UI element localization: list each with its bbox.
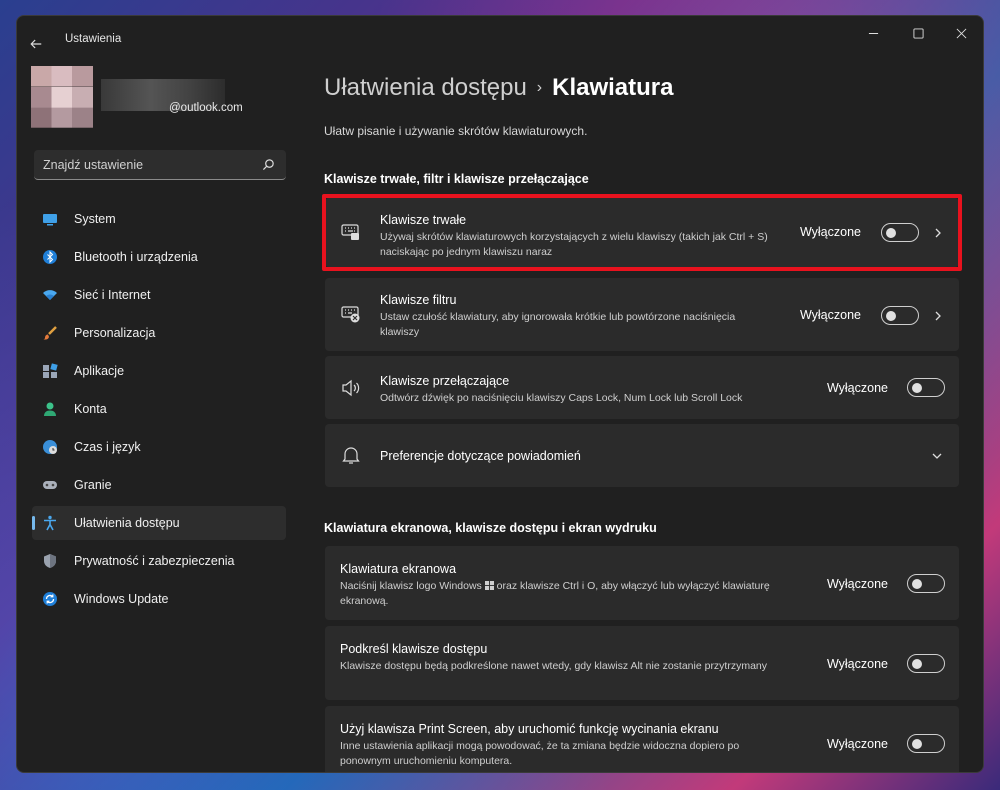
status-label: Wyłączone	[826, 657, 888, 671]
gamepad-icon	[43, 481, 57, 489]
sidebar-item-personalization[interactable]: Personalizacja	[32, 316, 286, 350]
card-description: Klawisze dostępu będą podkreślone nawet …	[340, 660, 768, 672]
wifi-icon	[43, 290, 57, 300]
annotation-highlight-box	[322, 194, 962, 271]
filter-keys-toggle[interactable]	[881, 306, 919, 325]
toggle-knob	[912, 659, 922, 669]
sidebar-item-accounts[interactable]: Konta	[32, 392, 286, 426]
sidebar-item-label: Aplikacje	[74, 364, 125, 378]
avatar	[31, 66, 93, 128]
sidebar-item-privacy[interactable]: Prywatność i zabezpieczenia	[32, 544, 286, 578]
sidebar-item-bluetooth[interactable]: Bluetooth i urządzenia	[32, 240, 286, 274]
page-title: Klawiatura	[552, 74, 674, 101]
bell-icon	[342, 447, 360, 464]
speaker-icon	[342, 379, 360, 397]
card-toggle-keys[interactable]: Klawisze przełączające Odtwórz dźwięk po…	[325, 356, 959, 419]
sidebar-item-label: Czas i język	[74, 440, 141, 454]
accessibility-icon	[44, 515, 56, 531]
search-placeholder: Znajdź ustawienie	[43, 158, 144, 172]
card-print-screen[interactable]: Użyj klawisza Print Screen, aby uruchomi…	[325, 706, 959, 772]
page-description: Ułatw pisanie i używanie skrótów klawiat…	[324, 124, 588, 138]
system-icon	[43, 214, 57, 226]
breadcrumb-parent[interactable]: Ułatwienia dostępu	[324, 74, 527, 101]
card-underline-access-keys[interactable]: Podkreśl klawisze dostępu Klawisze dostę…	[325, 626, 959, 700]
toggle-knob	[912, 383, 922, 393]
card-title: Klawisze filtru	[380, 293, 457, 307]
sidebar-item-label: Bluetooth i urządzenia	[74, 250, 198, 264]
sidebar-item-label: Personalizacja	[74, 326, 156, 340]
windows-logo-icon	[484, 581, 494, 590]
chevron-right-icon	[935, 311, 941, 321]
filter-keys-icon	[341, 306, 360, 323]
card-description: Ustaw czułość klawiatury, aby ignorowała…	[380, 311, 736, 338]
card-description: Odtwórz dźwięk po naciśnięciu klawiszy C…	[380, 392, 743, 404]
bluetooth-icon	[43, 250, 57, 264]
sidebar-item-gaming[interactable]: Granie	[32, 468, 286, 502]
account-icon	[44, 402, 56, 416]
sidebar-item-label: Ułatwienia dostępu	[74, 516, 180, 530]
status-label: Wyłączone	[826, 381, 888, 395]
card-title: Preferencje dotyczące powiadomień	[380, 449, 581, 463]
toggle-knob	[886, 311, 896, 321]
active-indicator	[32, 516, 35, 530]
update-icon	[43, 592, 57, 606]
breadcrumb-separator: ›	[536, 79, 543, 96]
toggle-knob	[912, 739, 922, 749]
card-description: Naciśnij klawisz logo Windows oraz klawi…	[340, 579, 770, 609]
card-filter-keys[interactable]: Klawisze filtru Ustaw czułość klawiatury…	[325, 278, 959, 351]
underline-access-keys-toggle[interactable]	[907, 654, 945, 673]
toggle-keys-toggle[interactable]	[907, 378, 945, 397]
close-button[interactable]	[947, 22, 975, 44]
apps-icon	[43, 363, 58, 378]
settings-window: Ustawienia @outlook.com Znajdź ustawieni…	[16, 15, 984, 773]
globe-icon	[43, 440, 57, 454]
minimize-button[interactable]	[859, 22, 887, 44]
title-bar: Ustawienia	[17, 16, 983, 50]
sidebar-item-apps[interactable]: Aplikacje	[32, 354, 286, 388]
search-input[interactable]: Znajdź ustawienie	[34, 150, 286, 180]
search-icon	[262, 159, 274, 171]
sidebar-item-label: System	[74, 212, 116, 226]
sidebar-item-label: Windows Update	[74, 592, 169, 606]
print-screen-toggle[interactable]	[907, 734, 945, 753]
brush-icon	[43, 326, 57, 340]
sidebar-item-windows-update[interactable]: Windows Update	[32, 582, 286, 616]
profile-email: @outlook.com	[169, 102, 243, 114]
card-title: Podkreśl klawisze dostępu	[340, 642, 488, 656]
card-title: Klawiatura ekranowa	[340, 562, 457, 576]
section-title-sticky-filter-toggle: Klawisze trwałe, filtr i klawisze przełą…	[324, 172, 589, 186]
onscreen-keyboard-toggle[interactable]	[907, 574, 945, 593]
chevron-down-icon[interactable]	[932, 451, 942, 461]
maximize-button[interactable]	[904, 22, 932, 44]
sidebar-item-label: Prywatność i zabezpieczenia	[74, 554, 235, 568]
card-onscreen-keyboard[interactable]: Klawiatura ekranowa Naciśnij klawisz log…	[325, 546, 959, 620]
shield-icon	[44, 554, 56, 568]
card-title: Klawisze przełączające	[380, 374, 510, 388]
maximize-icon	[912, 27, 924, 39]
card-title: Użyj klawisza Print Screen, aby uruchomi…	[340, 722, 719, 736]
sidebar-item-system[interactable]: System	[32, 202, 286, 236]
app-title: Ustawienia	[65, 33, 122, 45]
sidebar-item-label: Konta	[74, 402, 107, 416]
sidebar-item-time-language[interactable]: Czas i język	[32, 430, 286, 464]
section-title-onscreen-keyboard: Klawiatura ekranowa, klawisze dostępu i …	[324, 521, 657, 535]
description-part: Naciśnij klawisz logo Windows	[340, 580, 482, 592]
sidebar-item-accessibility[interactable]: Ułatwienia dostępu	[32, 506, 286, 540]
sidebar-item-network[interactable]: Sieć i Internet	[32, 278, 286, 312]
minimize-icon	[868, 32, 878, 34]
arrow-left-icon	[30, 39, 42, 49]
toggle-knob	[912, 579, 922, 589]
back-button[interactable]	[29, 26, 49, 49]
close-icon	[956, 28, 966, 38]
sidebar-item-label: Granie	[74, 478, 112, 492]
status-label: Wyłączone	[799, 308, 861, 322]
sidebar-nav: System Bluetooth i urządzenia Sieć i Int…	[32, 202, 286, 620]
sidebar-item-label: Sieć i Internet	[74, 288, 151, 302]
status-label: Wyłączone	[826, 737, 888, 751]
breadcrumb: Ułatwienia dostępu › Klawiatura	[324, 74, 674, 102]
card-description: Inne ustawienia aplikacji mogą powodować…	[340, 740, 740, 767]
status-label: Wyłączone	[826, 577, 888, 591]
card-notification-preferences[interactable]: Preferencje dotyczące powiadomień	[325, 424, 959, 487]
